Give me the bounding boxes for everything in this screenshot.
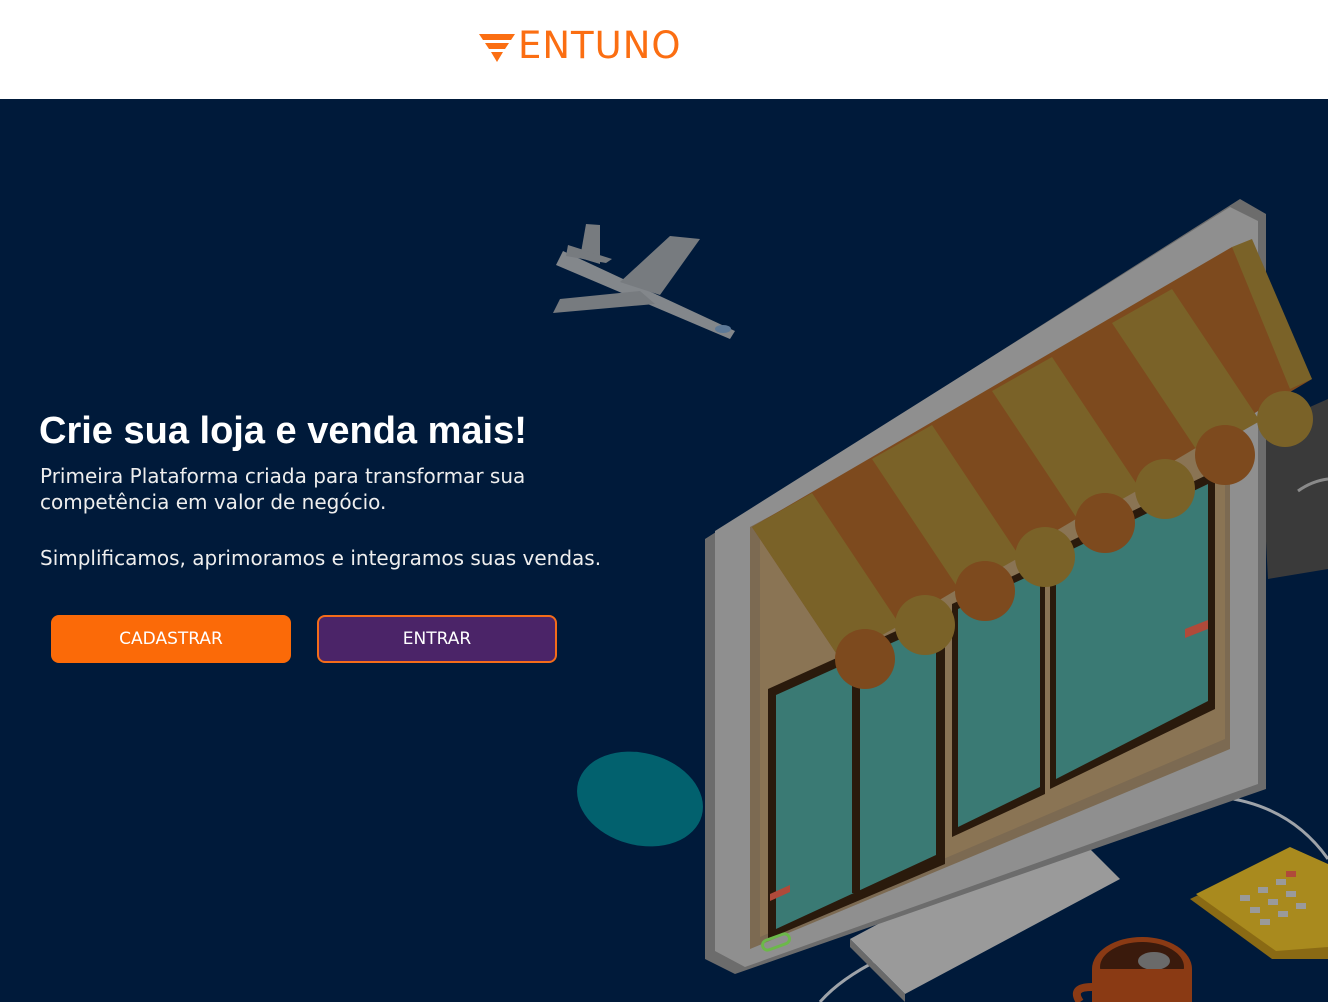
hero-title: Crie sua loja e venda mais! <box>39 410 527 452</box>
site-header: ENTUNO <box>0 0 1328 99</box>
airplane-icon <box>553 224 735 339</box>
calculator-icon <box>1190 847 1328 959</box>
teal-blob <box>577 751 703 847</box>
brand-logo[interactable]: ENTUNO <box>478 24 682 68</box>
coffee-cup-icon <box>1073 937 1192 1002</box>
logo-text: ENTUNO <box>518 24 682 67</box>
login-button[interactable]: ENTRAR <box>317 615 557 663</box>
logo-v-icon <box>479 34 515 62</box>
hero-subtitle: Primeira Plataforma criada para transfor… <box>40 464 526 514</box>
storefront-monitor-icon <box>705 199 1313 974</box>
hero-tagline: Simplificamos, aprimoramos e integramos … <box>40 546 602 570</box>
hero-section: Crie sua loja e venda mais! Primeira Pla… <box>0 99 1328 1002</box>
signup-button[interactable]: CADASTRAR <box>51 615 291 663</box>
